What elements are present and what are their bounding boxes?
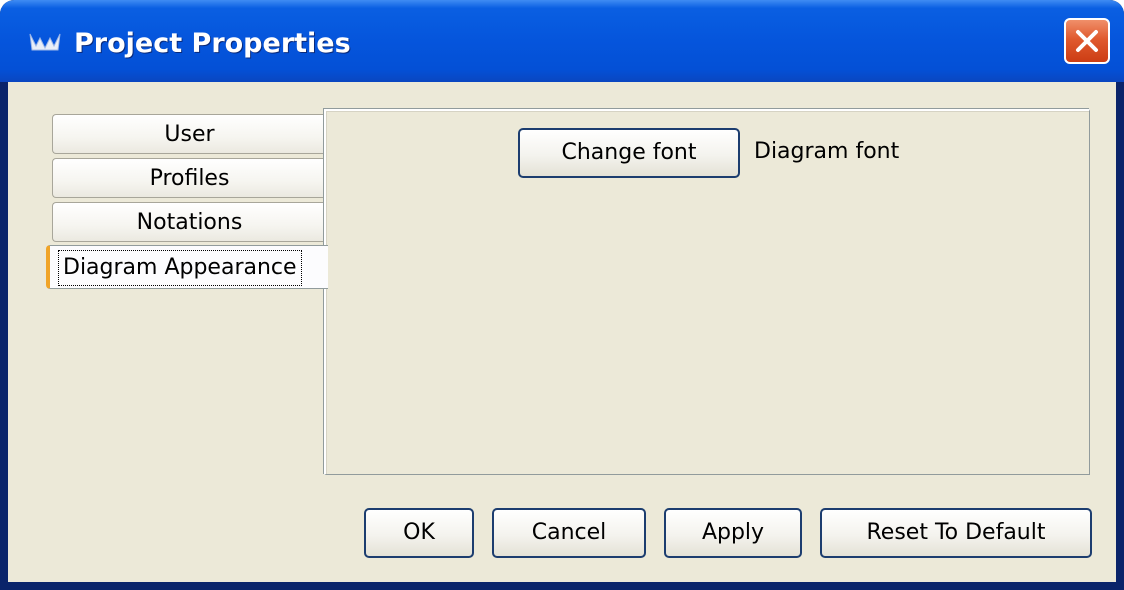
tab-user[interactable]: User xyxy=(52,114,326,154)
project-properties-dialog: Project Properties User Profiles Notatio… xyxy=(0,0,1124,590)
close-button[interactable] xyxy=(1064,18,1110,64)
window-title: Project Properties xyxy=(74,28,351,59)
tab-notations[interactable]: Notations xyxy=(52,202,326,242)
reset-to-default-button[interactable]: Reset To Default xyxy=(820,508,1092,558)
tab-label: Notations xyxy=(136,210,243,235)
dialog-body: User Profiles Notations Diagram Appearan… xyxy=(8,82,1116,582)
close-icon xyxy=(1076,30,1098,52)
title-bar[interactable]: Project Properties xyxy=(0,0,1124,82)
tab-profiles[interactable]: Profiles xyxy=(52,158,326,198)
diagram-font-label: Diagram font xyxy=(754,139,900,164)
ok-button[interactable]: OK xyxy=(364,508,474,558)
tab-label: User xyxy=(164,122,215,147)
apply-button[interactable]: Apply xyxy=(664,508,802,558)
tab-label: Diagram Appearance xyxy=(58,250,302,286)
argouml-app-icon xyxy=(28,30,62,54)
tab-diagram-appearance[interactable]: Diagram Appearance xyxy=(46,245,328,289)
change-font-button[interactable]: Change font xyxy=(518,128,740,178)
tab-label: Profiles xyxy=(149,166,230,191)
diagram-appearance-panel: Change font Diagram font xyxy=(324,109,1090,475)
cancel-button[interactable]: Cancel xyxy=(492,508,646,558)
